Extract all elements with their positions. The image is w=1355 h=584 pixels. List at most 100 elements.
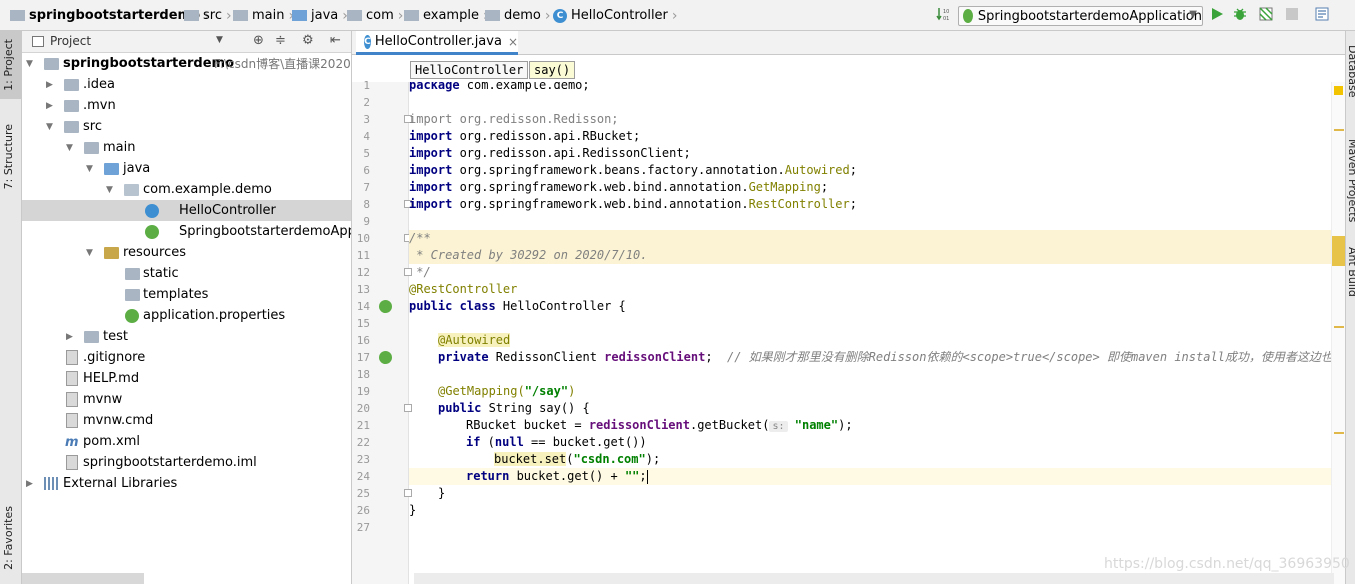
project-panel-title: Project xyxy=(50,34,92,48)
project-structure-icon[interactable] xyxy=(1315,7,1329,21)
horizontal-scrollbar[interactable] xyxy=(414,573,1334,584)
view-dropdown-icon[interactable]: ▼ xyxy=(216,35,223,45)
tree-item-label: springbootstarterdemo xyxy=(63,56,235,71)
tree-item-help-md[interactable]: HELP.md xyxy=(22,368,351,389)
tab-structure[interactable]: 7: Structure xyxy=(2,124,15,189)
expanded-arrow-icon[interactable]: ▼ xyxy=(86,164,93,174)
tree-item-package[interactable]: ▼ com.example.demo xyxy=(22,179,351,200)
coverage-icon[interactable] xyxy=(1259,7,1273,21)
code-token: ; xyxy=(820,180,829,194)
breadcrumb-example[interactable]: example › xyxy=(404,6,489,25)
tree-item-static[interactable]: static xyxy=(22,263,351,284)
collapsed-arrow-icon[interactable]: ▶ xyxy=(26,479,33,489)
tree-item-label: SpringbootstarterdemoApplic xyxy=(179,224,352,239)
code-line: import org.redisson.api.RedissonClient; xyxy=(409,145,1345,162)
tree-item-application-properties[interactable]: application.properties xyxy=(22,305,351,326)
editor-area: C HelloController.java × HelloController… xyxy=(352,31,1346,584)
tree-item-java[interactable]: ▼ java xyxy=(22,158,351,179)
code-token: org.redisson.api.RBucket; xyxy=(452,129,641,143)
breadcrumb-demo[interactable]: demo › xyxy=(485,6,550,25)
collapsed-arrow-icon[interactable]: ▶ xyxy=(46,80,53,90)
code-token: // 如果刚才那里没有删除Redisson依赖的<scope>true</sco… xyxy=(712,350,1345,364)
spring-bean-gutter-icon[interactable] xyxy=(379,300,392,313)
tab-hellocontroller[interactable]: C HelloController.java × xyxy=(356,31,518,55)
breadcrumb-main[interactable]: main › xyxy=(233,6,294,25)
horizontal-scrollbar[interactable] xyxy=(22,573,144,584)
run-icon[interactable] xyxy=(1210,7,1224,21)
highlight-marker[interactable] xyxy=(1332,236,1346,266)
tab-ant-build[interactable]: Ant Build xyxy=(1346,247,1355,297)
class-icon: C xyxy=(364,34,371,49)
file-icon xyxy=(66,350,78,365)
line-number: 14 xyxy=(356,300,370,313)
code-token: org.redisson.api.RedissonClient; xyxy=(452,146,691,160)
breadcrumb-java[interactable]: java › xyxy=(292,6,348,25)
breadcrumb-class[interactable]: C HelloController › xyxy=(553,6,678,25)
run-configuration-select[interactable]: SpringbootstarterdemoApplication ▼ xyxy=(958,6,1203,26)
autowired-gutter-icon[interactable] xyxy=(379,351,392,364)
tree-item-pom-xml[interactable]: m pom.xml xyxy=(22,431,351,452)
code-line: @Autowired xyxy=(438,332,1345,349)
collapsed-arrow-icon[interactable]: ▶ xyxy=(46,101,53,111)
locate-icon[interactable]: ⊕ xyxy=(253,33,264,48)
expanded-arrow-icon[interactable]: ▼ xyxy=(106,185,113,195)
tree-item-test[interactable]: ▶ test xyxy=(22,326,351,347)
line-number: 17 xyxy=(356,351,370,364)
code-token: @GetMapping( xyxy=(438,384,525,398)
tree-item-application-class[interactable]: SpringbootstarterdemoApplic xyxy=(22,221,352,242)
code-breadcrumb-class[interactable]: HelloController xyxy=(410,61,529,79)
line-number: 6 xyxy=(363,164,370,177)
code-editor[interactable]: package com.example.demo; import org.red… xyxy=(409,82,1345,584)
code-line: bucket.set("csdn.com"); xyxy=(494,451,1345,468)
breadcrumb-src[interactable]: src › xyxy=(184,6,232,25)
tree-item-templates[interactable]: templates xyxy=(22,284,351,305)
stripe-marker[interactable] xyxy=(1334,326,1344,328)
stop-icon[interactable] xyxy=(1285,7,1299,21)
code-token: GetMapping xyxy=(748,180,821,194)
tree-item-mvnw[interactable]: mvnw xyxy=(22,389,351,410)
line-number: 19 xyxy=(356,385,370,398)
tab-project[interactable]: 1: Project xyxy=(2,39,15,91)
breadcrumb-project[interactable]: springbootstarterdemo › xyxy=(10,6,210,25)
tree-item-mvnw-cmd[interactable]: mvnw.cmd xyxy=(22,410,351,431)
expanded-arrow-icon[interactable]: ▼ xyxy=(66,143,73,153)
stripe-marker[interactable] xyxy=(1334,432,1344,434)
class-icon: C xyxy=(553,8,567,23)
tree-item-idea[interactable]: ▶ .idea xyxy=(22,74,351,95)
expanded-arrow-icon[interactable]: ▼ xyxy=(46,122,53,132)
code-token: ; xyxy=(705,350,713,364)
folder-icon xyxy=(44,57,59,70)
warning-indicator-icon[interactable] xyxy=(1334,86,1343,95)
hide-panel-icon[interactable]: ⇤ xyxy=(330,33,341,48)
tree-item-resources[interactable]: ▼ resources xyxy=(22,242,351,263)
tab-database[interactable]: Database xyxy=(1346,45,1355,98)
code-token: @Autowired xyxy=(438,333,511,347)
tree-item-mvn[interactable]: ▶ .mvn xyxy=(22,95,351,116)
tree-item-project-root[interactable]: ▼ springbootstarterdemo F:\csdn博客\直播课202… xyxy=(22,53,351,74)
tree-item-external-libraries[interactable]: ▶ External Libraries xyxy=(22,473,351,494)
debug-icon[interactable] xyxy=(1233,7,1247,21)
expanded-arrow-icon[interactable]: ▼ xyxy=(86,248,93,258)
code-breadcrumb-method[interactable]: say() xyxy=(529,61,576,79)
collapse-all-icon[interactable]: ≑ xyxy=(275,33,286,48)
sort-icon[interactable]: 1001 xyxy=(936,7,950,21)
stripe-marker[interactable] xyxy=(1334,129,1344,131)
tree-item-label: static xyxy=(143,266,179,281)
tab-maven-projects[interactable]: Maven Projects xyxy=(1346,139,1355,222)
tree-item-iml[interactable]: springbootstarterdemo.iml xyxy=(22,452,351,473)
close-icon[interactable]: × xyxy=(508,35,518,49)
breadcrumb-com[interactable]: com › xyxy=(347,6,403,25)
code-line: import org.springframework.web.bind.anno… xyxy=(409,196,1345,213)
tree-item-gitignore[interactable]: .gitignore xyxy=(22,347,351,368)
line-number: 8 xyxy=(363,198,370,211)
expanded-arrow-icon[interactable]: ▼ xyxy=(26,59,33,69)
settings-gear-icon[interactable]: ⚙ xyxy=(302,33,314,48)
collapsed-arrow-icon[interactable]: ▶ xyxy=(66,332,73,342)
folder-icon xyxy=(64,78,79,91)
tab-favorites[interactable]: 2: Favorites xyxy=(2,506,15,570)
tree-item-label: .mvn xyxy=(83,98,116,113)
breadcrumb-label: main xyxy=(252,8,285,23)
tree-item-main[interactable]: ▼ main xyxy=(22,137,351,158)
tree-item-hellocontroller[interactable]: HelloController xyxy=(22,200,351,221)
tree-item-src[interactable]: ▼ src xyxy=(22,116,351,137)
